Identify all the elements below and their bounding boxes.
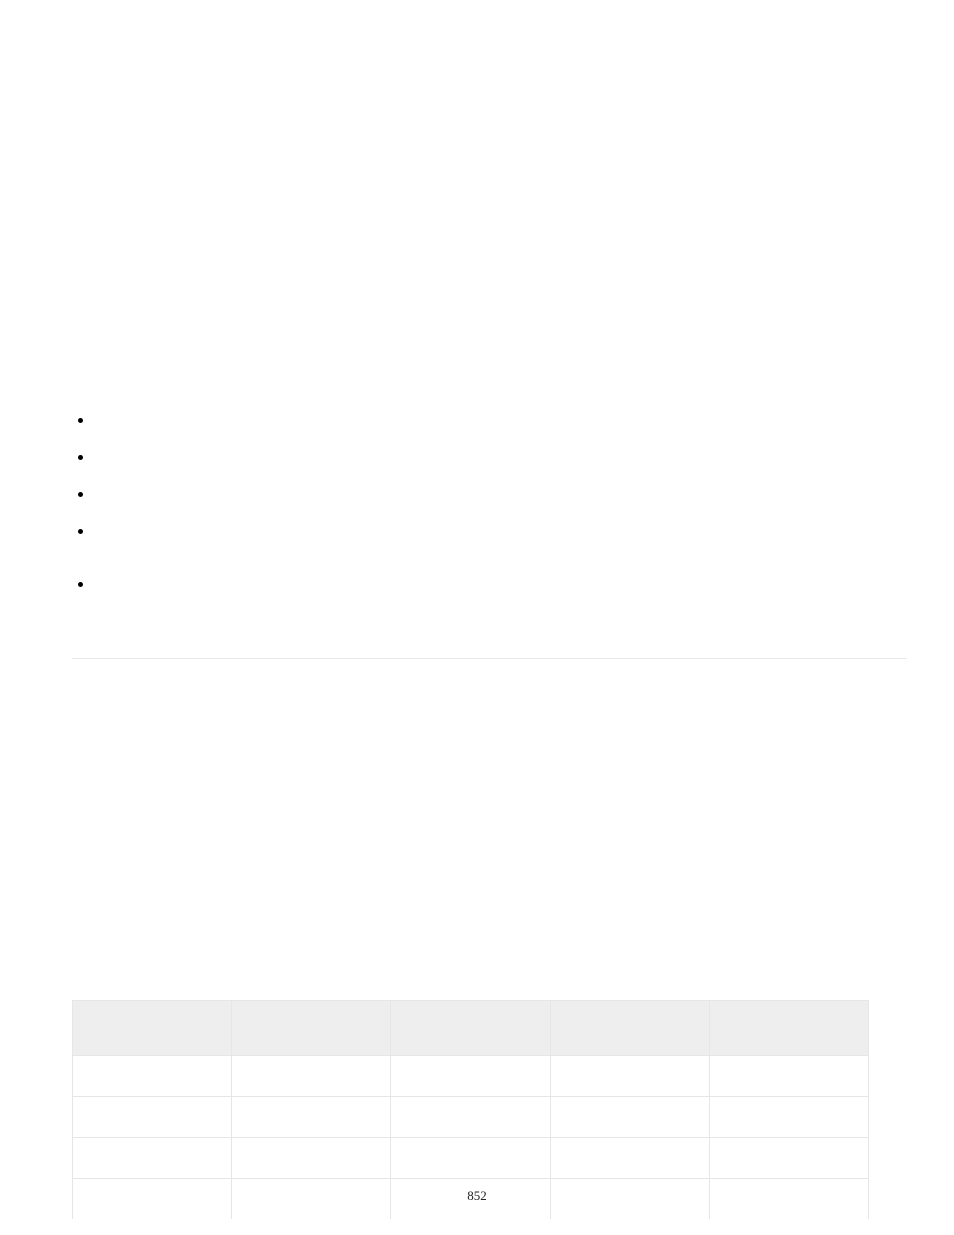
data-table [72, 1000, 869, 1219]
horizontal-rule [72, 658, 907, 659]
list-item [78, 412, 898, 423]
list-item [78, 576, 898, 587]
table-row [73, 1056, 869, 1097]
table-cell [709, 1138, 868, 1179]
table-cell [391, 1056, 550, 1097]
table-cell [391, 1097, 550, 1138]
table-cell [73, 1056, 232, 1097]
table-cell [550, 1097, 709, 1138]
table-cell [232, 1138, 391, 1179]
list-item [78, 449, 898, 460]
table-cell [391, 1138, 550, 1179]
table-header-cell [391, 1001, 550, 1056]
bullet-list [78, 412, 898, 613]
table-row [73, 1138, 869, 1179]
table-header-cell [73, 1001, 232, 1056]
table-cell [232, 1097, 391, 1138]
table-cell [550, 1138, 709, 1179]
bullet-icon [78, 492, 83, 497]
table-row [73, 1097, 869, 1138]
table-cell [73, 1138, 232, 1179]
document-page: 852 [0, 0, 954, 1235]
bullet-icon [78, 529, 83, 534]
table-header-cell [709, 1001, 868, 1056]
bullet-icon [78, 418, 83, 423]
list-item [78, 486, 898, 497]
table-cell [709, 1097, 868, 1138]
table-cell [709, 1056, 868, 1097]
bullet-icon [78, 455, 83, 460]
table-header-cell [550, 1001, 709, 1056]
table-cell [73, 1097, 232, 1138]
table-cell [232, 1056, 391, 1097]
page-number: 852 [0, 1188, 954, 1204]
list-item [78, 523, 898, 534]
table-header-row [73, 1001, 869, 1056]
bullet-icon [78, 582, 83, 587]
table-header-cell [232, 1001, 391, 1056]
table-cell [550, 1056, 709, 1097]
